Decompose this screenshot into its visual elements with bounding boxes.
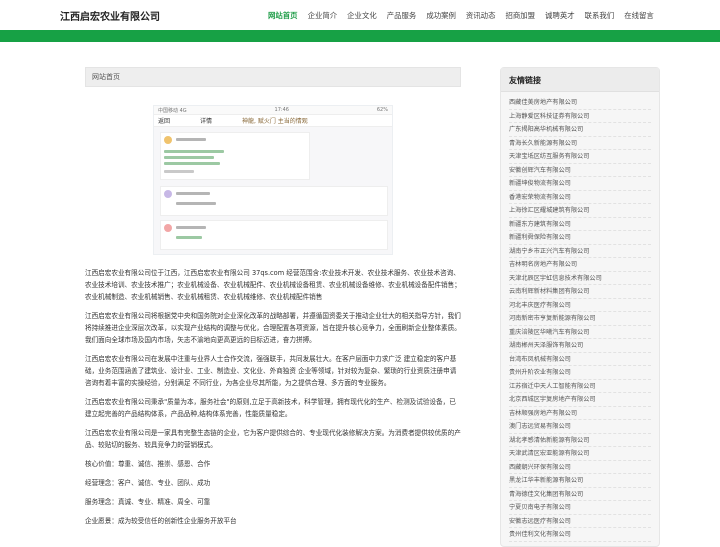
photo-title: 详情 xyxy=(200,118,213,125)
friend-link-item[interactable]: 云南利辉新材料集团有限公司 xyxy=(509,285,651,299)
photo-text-line xyxy=(164,162,220,165)
photo-avatar-icon xyxy=(164,224,172,232)
article-paragraph: 江西启宏农业有限公司秉承"质量为本，服务社会"的原则,立足于高新技术，科学管理，… xyxy=(85,398,456,418)
article-paragraph: 企业愿景：成为较受信任的创新性企业服务开放平台 xyxy=(85,517,237,525)
friend-link-item[interactable]: 天津北辰区宇虹信息技术有限公司 xyxy=(509,272,651,285)
breadcrumb: 网站首页 xyxy=(85,67,461,87)
friend-link-item[interactable]: 广东揭阳高华机械有限公司 xyxy=(509,123,651,137)
friend-link-item[interactable]: 湖南郴州天泽服饰有限公司 xyxy=(509,339,651,353)
photo-banner: 神龍, 赋火门 主当的情观 xyxy=(242,118,308,125)
photo-text-line xyxy=(164,170,194,173)
nav-message[interactable]: 在线留言 xyxy=(624,10,654,21)
friend-link-item[interactable]: 新疆利舜保险有限公司 xyxy=(509,231,651,245)
sidebar-title: 友情链接 xyxy=(501,68,659,92)
main-content: 网站首页 中国移动 4G 17:46 62% 返回 详情 神龍, 赋火门 主当的… xyxy=(85,67,461,534)
friend-link-item[interactable]: 吉林顺强房地产有限公司 xyxy=(509,407,651,420)
nav-news[interactable]: 资讯动态 xyxy=(466,10,496,21)
friend-link-item[interactable]: 台湾布凤机械有限公司 xyxy=(509,353,651,366)
friend-link-item[interactable]: 新疆东方建筑有限公司 xyxy=(509,218,651,231)
photo-topbar: 返回 详情 神龍, 赋火门 主当的情观 xyxy=(154,115,392,127)
friend-link-item[interactable]: 天津宝坻区纺互服务有限公司 xyxy=(509,150,651,164)
friend-link-item[interactable]: 贵州佳利文化有限公司 xyxy=(509,528,651,542)
friend-link-item[interactable]: 安徽志远医疗有限公司 xyxy=(509,515,651,528)
photo-comment-card xyxy=(160,220,388,250)
nav-franchise[interactable]: 招商加盟 xyxy=(505,10,535,21)
friend-link-item[interactable]: 西藏佳美房地产有限公司 xyxy=(509,96,651,110)
friend-link-item[interactable]: 河北丰庆医疗有限公司 xyxy=(509,299,651,312)
friend-link-item[interactable]: 宁夏贝南电子有限公司 xyxy=(509,501,651,515)
photo-battery: 62% xyxy=(376,107,388,113)
nav-home[interactable]: 网站首页 xyxy=(268,10,298,21)
friend-link-item[interactable]: 青海德佳文化集团有限公司 xyxy=(509,488,651,501)
friend-link-item[interactable]: 天津武清区宏亚能源有限公司 xyxy=(509,447,651,461)
photo-carrier: 中国移动 4G xyxy=(158,108,187,114)
friend-link-item[interactable]: 河南新密市亨复新能源有限公司 xyxy=(509,312,651,326)
friend-link-item[interactable]: 北京西城区宇复房地产有限公司 xyxy=(509,393,651,407)
friend-link-item[interactable]: 湖北孝感清佑新能源有限公司 xyxy=(509,434,651,447)
friend-link-item[interactable]: 香港宏荣物流有限公司 xyxy=(509,191,651,204)
friend-link-item[interactable]: 贵州升阶农业有限公司 xyxy=(509,366,651,380)
nav-cases[interactable]: 成功案例 xyxy=(426,10,456,21)
article-body: 江西启宏农业有限公司位于江西，江西启宏农业有限公司 37qs.com 经营范围含… xyxy=(85,267,461,527)
article-paragraph: 江西启宏农业有限公司位于江西，江西启宏农业有限公司 37qs.com 经营范围含… xyxy=(85,269,461,301)
photo-text-line xyxy=(164,150,224,153)
article-paragraph: 江西启宏农业有限公司将根据党中央和国务院对企业深化改革的战略部署，并遵循国资委关… xyxy=(85,312,461,344)
friend-link-item[interactable]: 新疆坤俊物流有限公司 xyxy=(509,177,651,191)
nav-culture[interactable]: 企业文化 xyxy=(347,10,377,21)
friend-link-item[interactable]: 湖南宁乡市正兴汽车有限公司 xyxy=(509,245,651,258)
friend-links-sidebar: 友情链接 西藏佳美房地产有限公司 上海静爱区科技证券有限公司 广东揭阳高华机械有限公… xyxy=(500,67,660,547)
photo-avatar-icon xyxy=(164,136,172,144)
nav-about[interactable]: 企业简介 xyxy=(308,10,338,21)
friend-link-item[interactable]: 黑龙江华丰新能源有限公司 xyxy=(509,474,651,488)
photo-time: 17:46 xyxy=(274,107,289,113)
article-paragraph: 经营理念：客户、诚信、专业、团队、成功 xyxy=(85,479,211,487)
friend-link-item[interactable]: 上海静爱区科技证券有限公司 xyxy=(509,110,651,123)
photo-text-line xyxy=(176,192,210,195)
nav-contact[interactable]: 联系我们 xyxy=(585,10,615,21)
photo-text-line xyxy=(164,156,214,159)
article-paragraph: 江西启宏农业有限公司在发展中注重与业界人士合作交流，强强联手，共同发展壮大。在客… xyxy=(85,355,457,387)
photo-comment-card xyxy=(160,186,388,216)
photo-text-line xyxy=(176,226,206,229)
photo-status-bar: 中国移动 4G 17:46 62% xyxy=(154,106,392,115)
friend-links-list: 西藏佳美房地产有限公司 上海静爱区科技证券有限公司 广东揭阳高华机械有限公司 青海长久… xyxy=(501,92,659,546)
nav-products[interactable]: 产品服务 xyxy=(387,10,417,21)
photo-text-line xyxy=(176,236,202,239)
article-paragraph: 核心价值：尊重、诚信、推崇、感恩、合作 xyxy=(85,460,211,468)
friend-link-item[interactable]: 澳门志远贸易有限公司 xyxy=(509,420,651,434)
photo-text-line xyxy=(176,138,206,141)
friend-link-item[interactable]: 吉林明名房地产有限公司 xyxy=(509,258,651,272)
friend-link-item[interactable]: 江苏宿迁中天人工智能有限公司 xyxy=(509,380,651,393)
photo-text-line xyxy=(176,202,216,205)
friend-link-item[interactable]: 重庆涪陵区华曦汽车有限公司 xyxy=(509,326,651,339)
article-photo: 中国移动 4G 17:46 62% 返回 详情 神龍, 赋火门 主当的情观 xyxy=(153,105,393,255)
main-nav: 网站首页 企业简介 企业文化 产品服务 成功案例 资讯动态 招商加盟 诚聘英才 … xyxy=(268,10,654,21)
nav-jobs[interactable]: 诚聘英才 xyxy=(545,10,575,21)
friend-link-item[interactable]: 上海徐汇区耀城建筑有限公司 xyxy=(509,204,651,218)
photo-avatar-icon xyxy=(164,190,172,198)
friend-link-item[interactable]: 青海长久新能源有限公司 xyxy=(509,137,651,150)
article-paragraph: 服务理念：真诚、专业、精准、周全、可靠 xyxy=(85,498,211,506)
photo-back: 返回 xyxy=(158,118,171,125)
friend-link-item[interactable]: 西藏朝兴环保有限公司 xyxy=(509,461,651,474)
site-header: 江西启宏农业有限公司 网站首页 企业简介 企业文化 产品服务 成功案例 资讯动态… xyxy=(0,0,720,30)
friend-link-item[interactable]: 安徽创辉汽车有限公司 xyxy=(509,164,651,177)
site-logo[interactable]: 江西启宏农业有限公司 xyxy=(60,8,160,23)
breadcrumb-home[interactable]: 网站首页 xyxy=(92,73,120,81)
header-green-bar xyxy=(0,30,720,42)
article-paragraph: 江西启宏农业有限公司是一家具有完整生态链的企业，它为客户提供综合的、专业现代化装… xyxy=(85,429,461,449)
